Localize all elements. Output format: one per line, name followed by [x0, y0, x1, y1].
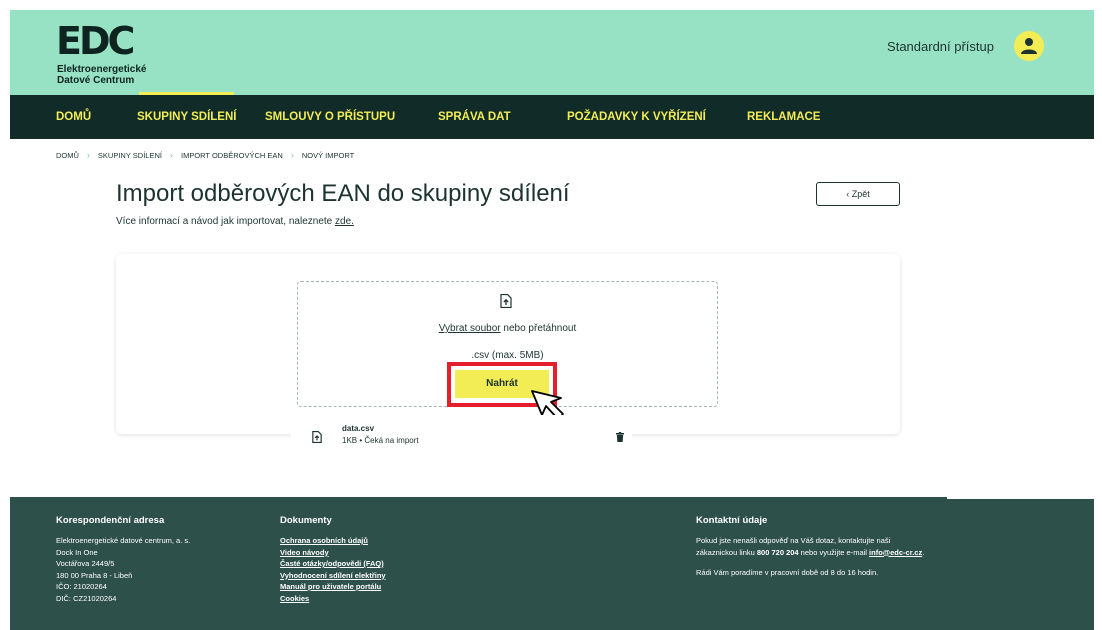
- footer-link-evaluation[interactable]: Vyhodnocení sdílení elektřiny: [280, 570, 386, 582]
- footer-edge: [947, 497, 1102, 499]
- footer-documents-heading: Dokumenty: [280, 515, 332, 526]
- main-nav: DOMŮ SKUPINY SDÍLENÍ SMLOUVY O PŘÍSTUPU …: [10, 92, 1094, 139]
- contact-phone[interactable]: 800 720 204: [757, 548, 799, 557]
- footer-link-videos[interactable]: Video návody: [280, 547, 386, 559]
- nav-item-sprava-dat[interactable]: SPRÁVA DAT: [438, 95, 511, 139]
- nav-item-domu[interactable]: DOMŮ: [56, 95, 91, 139]
- contact-text: nebo využijte e-mail: [798, 547, 870, 557]
- select-file-link[interactable]: Vybrat soubor: [439, 323, 501, 334]
- page-title: Import odběrových EAN do skupiny sdílení: [116, 180, 570, 207]
- nav-item-smlouvy-o-pristupu[interactable]: SMLOUVY O PŘÍSTUPU: [265, 95, 395, 139]
- page-subtitle: Více informací a návod jak importovat, n…: [116, 216, 354, 227]
- address-line: Elektroenergetické datové centrum, a. s.: [56, 536, 191, 545]
- access-level-label[interactable]: Standardní přístup: [887, 39, 994, 54]
- address-line: Dock In One: [56, 547, 98, 557]
- drag-hint-text: nebo přetáhnout: [500, 323, 577, 334]
- footer-contact-heading: Kontaktní údaje: [696, 515, 768, 526]
- breadcrumb-domu[interactable]: DOMŮ: [56, 151, 79, 160]
- file-upload-icon: [500, 294, 512, 308]
- trash-icon[interactable]: [616, 432, 624, 442]
- footer-link-manual[interactable]: Manuál pro uživatele portálu: [280, 581, 386, 593]
- footer-address-heading: Korespondenční adresa: [56, 515, 165, 526]
- footer-link-cookies[interactable]: Cookies: [280, 593, 386, 605]
- file-format-hint: .csv (max. 5MB): [471, 350, 544, 361]
- breadcrumb-novy-import: NOVÝ IMPORT: [301, 151, 355, 160]
- logo-mark: EDC: [56, 19, 135, 63]
- file-upload-icon: [312, 431, 322, 443]
- user-icon: [1021, 38, 1037, 54]
- footer-address: Korespondenční adresa Elektroenergetické…: [56, 515, 190, 604]
- chevron-right-icon: ›: [86, 150, 90, 160]
- file-name: data.csv: [342, 424, 375, 433]
- nav-item-pozadavky[interactable]: POŽADAVKY K VYŘÍZENÍ: [567, 95, 706, 139]
- contact-email-link[interactable]: info@edc-cr.cz: [869, 548, 922, 557]
- nav-item-skupiny-sdileni[interactable]: SKUPINY SDÍLENÍ: [137, 92, 236, 139]
- footer-link-faq[interactable]: Časté otázky/odpovědi (FAQ): [280, 558, 386, 570]
- edc-logo[interactable]: EDC Elektroenergetické Datové Centrum: [56, 22, 176, 92]
- contact-paragraph: Pokud jste nenašli odpověď na Váš dotaz,…: [696, 535, 924, 558]
- back-button[interactable]: ‹ Zpět: [816, 182, 900, 206]
- help-link[interactable]: zde.: [335, 216, 354, 227]
- address-line: 180 00 Praha 8 - Libeň: [56, 570, 133, 580]
- header-bar: EDC Elektroenergetické Datové Centrum St…: [10, 10, 1094, 95]
- contact-text: Pokud jste nenašli odpověď na Váš dotaz,…: [696, 536, 891, 545]
- user-avatar-button[interactable]: [1014, 31, 1044, 61]
- file-meta: 1KB • Čeká na import: [342, 436, 419, 445]
- address-line: DIČ: CZ21020264: [56, 593, 117, 603]
- page: EDC Elektroenergetické Datové Centrum St…: [0, 0, 1102, 630]
- address-line: Voctářova 2449/5: [56, 559, 115, 568]
- subtitle-text: Více informací a návod jak importovat, n…: [116, 216, 333, 227]
- chevron-right-icon: ›: [290, 150, 294, 160]
- breadcrumb-skupiny-sdileni[interactable]: SKUPINY SDÍLENÍ: [98, 151, 162, 160]
- logo-text-line2: Datové Centrum: [57, 75, 135, 86]
- select-file-line: Vybrat soubor nebo přetáhnout: [297, 323, 718, 334]
- footer-contact: Kontaktní údaje Pokud jste nenašli odpov…: [696, 515, 924, 588]
- breadcrumb: DOMŮ › SKUPINY SDÍLENÍ › IMPORT ODBĚROVÝCH E…: [56, 150, 354, 160]
- footer-documents: Dokumenty Ochrana osobních údajů Video n…: [280, 515, 386, 604]
- nav-item-reklamace[interactable]: REKLAMACE: [747, 95, 820, 139]
- contact-text: .: [922, 547, 925, 557]
- file-list-item: data.csv 1KB • Čeká na import: [291, 415, 632, 459]
- chevron-right-icon: ›: [169, 150, 173, 160]
- address-line: IČO: 21020264: [56, 582, 107, 591]
- contact-text: zákaznickou linku: [696, 547, 757, 557]
- logo-text-line1: Elektroenergetické: [57, 64, 147, 75]
- contact-hours: Rádi Vám poradíme v pracovní době od 8 d…: [696, 568, 879, 577]
- breadcrumb-import-ean[interactable]: IMPORT ODBĚROVÝCH EAN: [181, 151, 283, 160]
- footer-link-privacy[interactable]: Ochrana osobních údajů: [280, 535, 386, 547]
